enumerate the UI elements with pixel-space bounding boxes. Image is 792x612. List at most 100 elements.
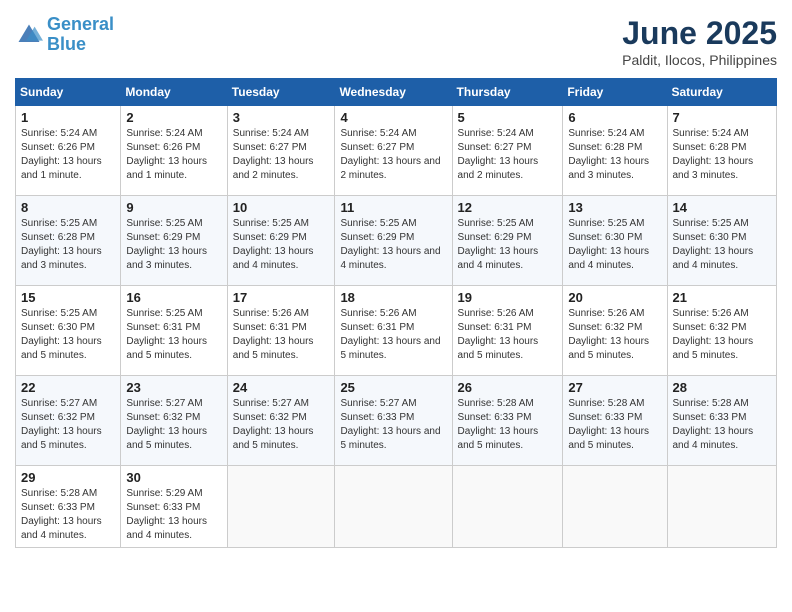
day-number: 19 xyxy=(458,290,558,305)
logo-text: General Blue xyxy=(47,15,114,55)
day-number: 30 xyxy=(126,470,221,485)
calendar-cell: 1 Sunrise: 5:24 AMSunset: 6:26 PMDaylight… xyxy=(16,106,121,196)
day-number: 24 xyxy=(233,380,330,395)
logo-icon xyxy=(15,21,43,49)
title-area: June 2025 Paldit, Ilocos, Philippines xyxy=(622,15,777,68)
day-number: 11 xyxy=(340,200,446,215)
day-info: Sunrise: 5:24 AMSunset: 6:26 PMDaylight:… xyxy=(21,127,115,183)
day-number: 2 xyxy=(126,110,221,125)
day-number: 23 xyxy=(126,380,221,395)
header-friday: Friday xyxy=(563,79,667,106)
week-row-1: 1 Sunrise: 5:24 AMSunset: 6:26 PMDaylight… xyxy=(16,106,777,196)
calendar-cell: 24 Sunrise: 5:27 AMSunset: 6:32 PMDayligh… xyxy=(227,376,335,466)
day-info: Sunrise: 5:25 AMSunset: 6:31 PMDaylight:… xyxy=(126,307,221,363)
calendar-cell: 3 Sunrise: 5:24 AMSunset: 6:27 PMDaylight… xyxy=(227,106,335,196)
day-info: Sunrise: 5:26 AMSunset: 6:31 PMDaylight:… xyxy=(233,307,330,363)
logo: General Blue xyxy=(15,15,114,55)
day-info: Sunrise: 5:25 AMSunset: 6:29 PMDaylight:… xyxy=(126,217,221,273)
day-number: 27 xyxy=(568,380,661,395)
calendar-cell: 27 Sunrise: 5:28 AMSunset: 6:33 PMDayligh… xyxy=(563,376,667,466)
day-info: Sunrise: 5:25 AMSunset: 6:29 PMDaylight:… xyxy=(233,217,330,273)
day-info: Sunrise: 5:27 AMSunset: 6:32 PMDaylight:… xyxy=(126,397,221,453)
calendar-cell: 9 Sunrise: 5:25 AMSunset: 6:29 PMDaylight… xyxy=(121,196,227,286)
day-number: 12 xyxy=(458,200,558,215)
calendar-cell: 30 Sunrise: 5:29 AMSunset: 6:33 PMDayligh… xyxy=(121,466,227,548)
calendar-cell: 21 Sunrise: 5:26 AMSunset: 6:32 PMDayligh… xyxy=(667,286,777,376)
calendar-cell: 29Sunrise: 5:28 AMSunset: 6:33 PMDayligh… xyxy=(16,466,121,548)
calendar-cell xyxy=(335,466,452,548)
day-info: Sunrise: 5:28 AMSunset: 6:33 PMDaylight:… xyxy=(21,487,115,543)
day-number: 26 xyxy=(458,380,558,395)
calendar-cell: 17 Sunrise: 5:26 AMSunset: 6:31 PMDayligh… xyxy=(227,286,335,376)
calendar-cell: 26Sunrise: 5:28 AMSunset: 6:33 PMDayligh… xyxy=(452,376,563,466)
day-info: Sunrise: 5:24 AMSunset: 6:27 PMDaylight:… xyxy=(458,127,558,183)
day-number: 3 xyxy=(233,110,330,125)
calendar-cell: 28 Sunrise: 5:28 AMSunset: 6:33 PMDayligh… xyxy=(667,376,777,466)
calendar-cell: 23 Sunrise: 5:27 AMSunset: 6:32 PMDayligh… xyxy=(121,376,227,466)
day-info: Sunrise: 5:29 AMSunset: 6:33 PMDaylight:… xyxy=(126,487,221,543)
day-number: 10 xyxy=(233,200,330,215)
header-monday: Monday xyxy=(121,79,227,106)
calendar-cell: 5 Sunrise: 5:24 AMSunset: 6:27 PMDaylight… xyxy=(452,106,563,196)
calendar-header-row: SundayMondayTuesdayWednesdayThursdayFrid… xyxy=(16,79,777,106)
day-info: Sunrise: 5:25 AMSunset: 6:28 PMDaylight:… xyxy=(21,217,115,273)
day-info: Sunrise: 5:25 AMSunset: 6:29 PMDaylight:… xyxy=(458,217,558,273)
day-number: 28 xyxy=(673,380,772,395)
day-number: 16 xyxy=(126,290,221,305)
calendar-cell: 20 Sunrise: 5:26 AMSunset: 6:32 PMDayligh… xyxy=(563,286,667,376)
day-number: 25 xyxy=(340,380,446,395)
calendar-cell: 16 Sunrise: 5:25 AMSunset: 6:31 PMDayligh… xyxy=(121,286,227,376)
day-info: Sunrise: 5:25 AMSunset: 6:30 PMDaylight:… xyxy=(21,307,115,363)
day-number: 20 xyxy=(568,290,661,305)
header-thursday: Thursday xyxy=(452,79,563,106)
page-header: General Blue June 2025 Paldit, Ilocos, P… xyxy=(15,15,777,68)
day-number: 4 xyxy=(340,110,446,125)
calendar-cell: 14Sunrise: 5:25 AMSunset: 6:30 PMDayligh… xyxy=(667,196,777,286)
day-info: Sunrise: 5:28 AMSunset: 6:33 PMDaylight:… xyxy=(673,397,772,453)
day-number: 21 xyxy=(673,290,772,305)
header-tuesday: Tuesday xyxy=(227,79,335,106)
day-info: Sunrise: 5:25 AMSunset: 6:30 PMDaylight:… xyxy=(568,217,661,273)
calendar-table: SundayMondayTuesdayWednesdayThursdayFrid… xyxy=(15,78,777,548)
day-info: Sunrise: 5:26 AMSunset: 6:31 PMDaylight:… xyxy=(458,307,558,363)
day-number: 18 xyxy=(340,290,446,305)
day-number: 22 xyxy=(21,380,115,395)
day-info: Sunrise: 5:28 AMSunset: 6:33 PMDaylight:… xyxy=(568,397,661,453)
calendar-cell: 2Sunrise: 5:24 AMSunset: 6:26 PMDaylight… xyxy=(121,106,227,196)
day-number: 14 xyxy=(673,200,772,215)
day-info: Sunrise: 5:26 AMSunset: 6:32 PMDaylight:… xyxy=(673,307,772,363)
calendar-cell: 15 Sunrise: 5:25 AMSunset: 6:30 PMDayligh… xyxy=(16,286,121,376)
calendar-cell xyxy=(563,466,667,548)
week-row-2: 8Sunrise: 5:25 AMSunset: 6:28 PMDaylight… xyxy=(16,196,777,286)
calendar-cell: 18Sunrise: 5:26 AMSunset: 6:31 PMDayligh… xyxy=(335,286,452,376)
month-title: June 2025 xyxy=(622,15,777,52)
week-row-4: 22 Sunrise: 5:27 AMSunset: 6:32 PMDayligh… xyxy=(16,376,777,466)
day-number: 13 xyxy=(568,200,661,215)
calendar-cell: 8Sunrise: 5:25 AMSunset: 6:28 PMDaylight… xyxy=(16,196,121,286)
week-row-3: 15 Sunrise: 5:25 AMSunset: 6:30 PMDayligh… xyxy=(16,286,777,376)
day-number: 15 xyxy=(21,290,115,305)
calendar-cell: 22 Sunrise: 5:27 AMSunset: 6:32 PMDayligh… xyxy=(16,376,121,466)
week-row-5: 29Sunrise: 5:28 AMSunset: 6:33 PMDayligh… xyxy=(16,466,777,548)
day-number: 5 xyxy=(458,110,558,125)
calendar-cell: 25Sunrise: 5:27 AMSunset: 6:33 PMDayligh… xyxy=(335,376,452,466)
day-info: Sunrise: 5:24 AMSunset: 6:27 PMDaylight:… xyxy=(233,127,330,183)
day-info: Sunrise: 5:27 AMSunset: 6:32 PMDaylight:… xyxy=(233,397,330,453)
day-info: Sunrise: 5:24 AMSunset: 6:28 PMDaylight:… xyxy=(673,127,772,183)
header-sunday: Sunday xyxy=(16,79,121,106)
day-number: 17 xyxy=(233,290,330,305)
day-number: 9 xyxy=(126,200,221,215)
calendar-cell xyxy=(227,466,335,548)
day-number: 1 xyxy=(21,110,115,125)
calendar-cell: 7 Sunrise: 5:24 AMSunset: 6:28 PMDaylight… xyxy=(667,106,777,196)
day-info: Sunrise: 5:24 AMSunset: 6:28 PMDaylight:… xyxy=(568,127,661,183)
day-info: Sunrise: 5:24 AMSunset: 6:27 PMDaylight:… xyxy=(340,127,446,183)
calendar-cell: 4 Sunrise: 5:24 AMSunset: 6:27 PMDaylight… xyxy=(335,106,452,196)
day-info: Sunrise: 5:27 AMSunset: 6:32 PMDaylight:… xyxy=(21,397,115,453)
day-number: 7 xyxy=(673,110,772,125)
calendar-cell xyxy=(667,466,777,548)
calendar-cell: 6 Sunrise: 5:24 AMSunset: 6:28 PMDaylight… xyxy=(563,106,667,196)
calendar-cell: 19 Sunrise: 5:26 AMSunset: 6:31 PMDayligh… xyxy=(452,286,563,376)
day-number: 6 xyxy=(568,110,661,125)
day-info: Sunrise: 5:26 AMSunset: 6:32 PMDaylight:… xyxy=(568,307,661,363)
